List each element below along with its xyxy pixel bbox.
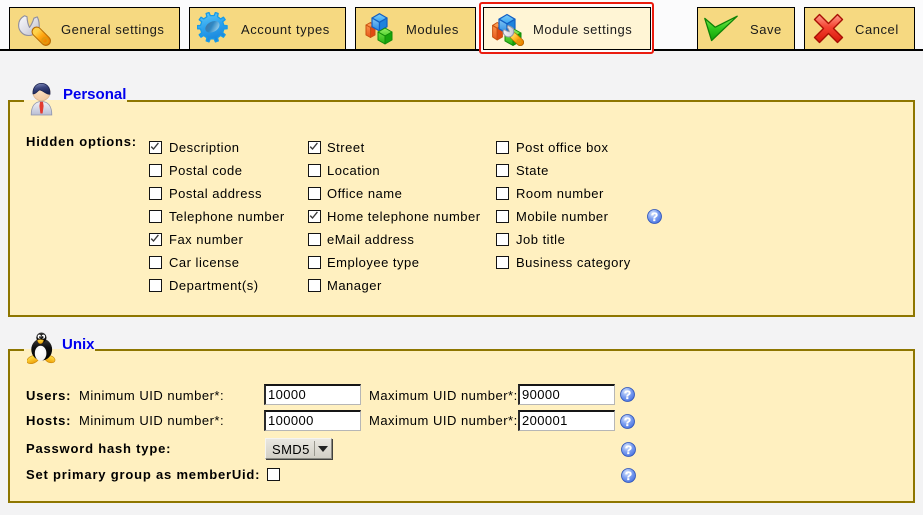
svg-text:?: ? (624, 415, 631, 429)
svg-text:?: ? (625, 469, 632, 483)
svg-text:?: ? (625, 443, 632, 457)
svg-text:?: ? (624, 388, 631, 402)
svg-text:?: ? (651, 210, 658, 224)
